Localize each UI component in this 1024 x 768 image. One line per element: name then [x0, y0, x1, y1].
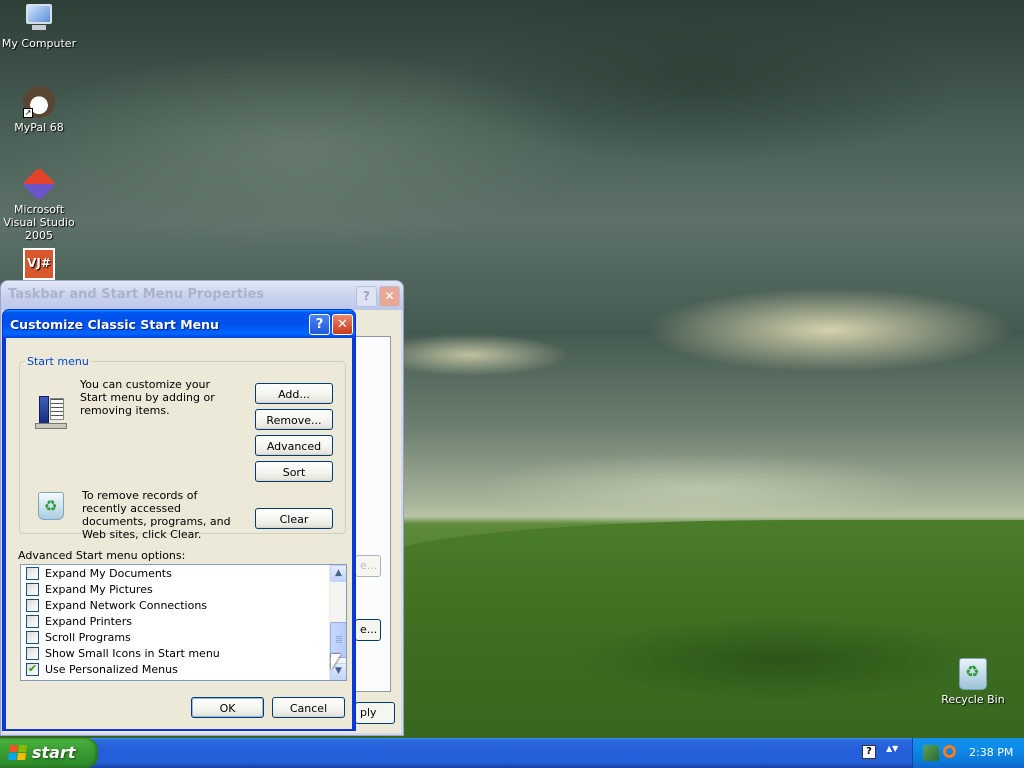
option-label: Expand My Documents — [45, 567, 172, 580]
partial-button[interactable]: e... — [355, 555, 381, 577]
option-label: Show Small Icons in Start menu — [45, 647, 220, 660]
recycle-bin-icon — [959, 658, 987, 690]
mypal-icon: ↗ — [23, 86, 55, 118]
option-label: Use Personalized Menus — [45, 663, 178, 676]
checkbox[interactable] — [26, 631, 39, 644]
system-tray: 2:38 PM — [912, 738, 1024, 768]
option-label: Expand Network Connections — [45, 599, 208, 612]
option-label: Expand Printers — [45, 615, 132, 628]
option-label: Scroll Programs — [45, 631, 131, 644]
checkbox-checked[interactable] — [26, 662, 39, 676]
recycle-bin-icon — [38, 492, 64, 520]
apply-button-partial[interactable]: ply — [355, 702, 395, 724]
scroll-up-button[interactable]: ▲ — [330, 565, 346, 582]
list-item[interactable]: Expand Network Connections — [26, 599, 207, 615]
customize-description: You can customize your Start menu by add… — [80, 378, 215, 417]
desktop-icon-label: My Computer — [1, 37, 77, 50]
list-item[interactable]: Use Personalized Menus — [26, 662, 178, 679]
partial-button[interactable]: e... — [355, 619, 381, 641]
desktop-icon-recycle-bin[interactable]: Recycle Bin — [934, 658, 1012, 706]
expand-tray-icon[interactable]: ▲▼ — [886, 745, 898, 753]
checkbox[interactable] — [26, 599, 39, 612]
checkbox[interactable] — [26, 647, 39, 660]
close-button[interactable]: ✕ — [332, 314, 353, 335]
desktop-icon-label: Recycle Bin — [941, 693, 1005, 706]
sort-button[interactable]: Sort — [255, 461, 333, 482]
desktop-icon-mypal[interactable]: ↗ MyPal 68 — [0, 86, 78, 134]
advanced-options-label: Advanced Start menu options: — [18, 549, 186, 562]
desktop-icon-my-computer[interactable]: My Computer — [0, 2, 78, 50]
taskbar: start ? ▲▼ 2:38 PM — [0, 738, 1024, 768]
my-computer-icon — [23, 2, 55, 34]
dialog-client: Start menu You can customize your Start … — [6, 338, 352, 729]
list-item[interactable]: Scroll Programs — [26, 631, 131, 647]
option-label: Expand My Pictures — [45, 583, 153, 596]
clock[interactable]: 2:38 PM — [969, 746, 1013, 759]
mouse-pointer-icon — [331, 654, 341, 670]
dialog-titlebar[interactable]: Customize Classic Start Menu — [3, 310, 355, 338]
advanced-button[interactable]: Advanced — [255, 435, 333, 456]
start-label: start — [32, 743, 76, 762]
desktop-icon-vjsharp[interactable]: VJ# — [0, 248, 78, 283]
add-button[interactable]: Add... — [255, 383, 333, 404]
checkbox[interactable] — [26, 583, 39, 596]
clear-button[interactable]: Clear — [255, 508, 333, 529]
advanced-options-list[interactable]: Expand My Documents Expand My Pictures E… — [20, 564, 347, 681]
checkbox[interactable] — [26, 615, 39, 628]
checkbox[interactable] — [26, 567, 39, 580]
list-item[interactable]: Expand My Documents — [26, 567, 172, 583]
group-legend: Start menu — [27, 355, 89, 368]
desktop-icon-label: MyPal 68 — [14, 121, 64, 134]
notification-help-icon[interactable]: ? — [862, 745, 876, 759]
visual-studio-icon — [22, 167, 56, 201]
scroll-thumb[interactable] — [330, 622, 346, 658]
remove-button[interactable]: Remove... — [255, 409, 333, 430]
list-item[interactable]: Expand Printers — [26, 615, 132, 631]
list-item[interactable]: Show Small Icons in Start menu — [26, 647, 220, 663]
start-menu-icon — [35, 396, 69, 429]
close-button[interactable]: ✕ — [379, 286, 400, 307]
desktop-icon-visual-studio[interactable]: Microsoft Visual Studio 2005 — [0, 167, 78, 242]
ok-button[interactable]: OK — [191, 697, 264, 718]
help-button[interactable]: ? — [356, 286, 377, 307]
network-tray-icon[interactable] — [923, 745, 939, 761]
clear-description: To remove records of recently accessed d… — [82, 489, 231, 541]
customize-classic-start-menu-dialog: Customize Classic Start Menu ? ✕ Start m… — [2, 309, 356, 731]
list-item[interactable]: Expand My Pictures — [26, 583, 153, 599]
start-button[interactable]: start — [0, 738, 98, 768]
windows-logo-icon — [8, 745, 28, 761]
desktop-icon-label: Microsoft Visual Studio 2005 — [3, 203, 75, 242]
window-title: Taskbar and Start Menu Properties — [1, 281, 403, 310]
dialog-title: Customize Classic Start Menu — [10, 317, 219, 332]
start-menu-group: Start menu You can customize your Start … — [19, 355, 346, 541]
help-button[interactable]: ? — [309, 314, 330, 335]
search-tray-icon[interactable] — [943, 745, 956, 758]
cancel-button[interactable]: Cancel — [272, 697, 345, 718]
vjsharp-icon: VJ# — [23, 248, 55, 280]
